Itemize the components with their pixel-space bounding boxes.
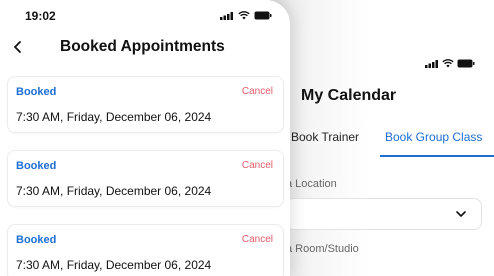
booked-appointments-screen: 19:02 Booked Appointments Booked Cancel … xyxy=(0,0,290,276)
signal-icon xyxy=(220,11,233,20)
status-time: 19:02 xyxy=(25,9,56,23)
appointment-datetime: 7:30 AM, Friday, December 06, 2024 xyxy=(16,258,212,272)
screenshot-stage: My Calendar Book Trainer Book Group Clas… xyxy=(0,0,494,276)
tab-book-trainer[interactable]: Book Trainer xyxy=(291,130,359,144)
my-calendar-screen: My Calendar Book Trainer Book Group Clas… xyxy=(270,0,494,276)
tab-book-group-class[interactable]: Book Group Class xyxy=(385,130,482,144)
cancel-button[interactable]: Cancel xyxy=(242,234,273,245)
appointment-status: Booked xyxy=(16,160,57,172)
appointment-status: Booked xyxy=(16,86,57,98)
back-status-icons xyxy=(425,59,475,68)
appointment-datetime: 7:30 AM, Friday, December 06, 2024 xyxy=(16,184,212,198)
appointment-card: Booked Cancel 7:30 AM, Friday, December … xyxy=(7,76,284,133)
appointment-datetime: 7:30 AM, Friday, December 06, 2024 xyxy=(16,110,212,124)
back-chevron-icon[interactable] xyxy=(10,38,26,56)
chevron-down-icon xyxy=(456,211,466,217)
cancel-button[interactable]: Cancel xyxy=(242,86,273,97)
status-bar: 19:02 xyxy=(0,8,290,24)
wifi-icon xyxy=(238,11,250,20)
battery-icon xyxy=(254,11,272,20)
appointment-card: Booked Cancel 7:30 AM, Friday, December … xyxy=(7,150,284,207)
my-calendar-title: My Calendar xyxy=(301,87,397,104)
active-tab-indicator xyxy=(380,155,494,157)
battery-icon xyxy=(457,59,475,68)
wifi-icon xyxy=(442,59,454,68)
page-title: Booked Appointments xyxy=(60,38,225,55)
appointment-status: Booked xyxy=(16,234,57,246)
status-icons xyxy=(220,11,272,20)
cancel-button[interactable]: Cancel xyxy=(242,160,273,171)
room-studio-label: a Room/Studio xyxy=(286,243,359,255)
location-label: a Location xyxy=(286,178,337,190)
location-select[interactable] xyxy=(286,198,482,230)
signal-icon xyxy=(425,59,438,68)
appointment-card: Booked Cancel 7:30 AM, Friday, December … xyxy=(7,224,284,276)
